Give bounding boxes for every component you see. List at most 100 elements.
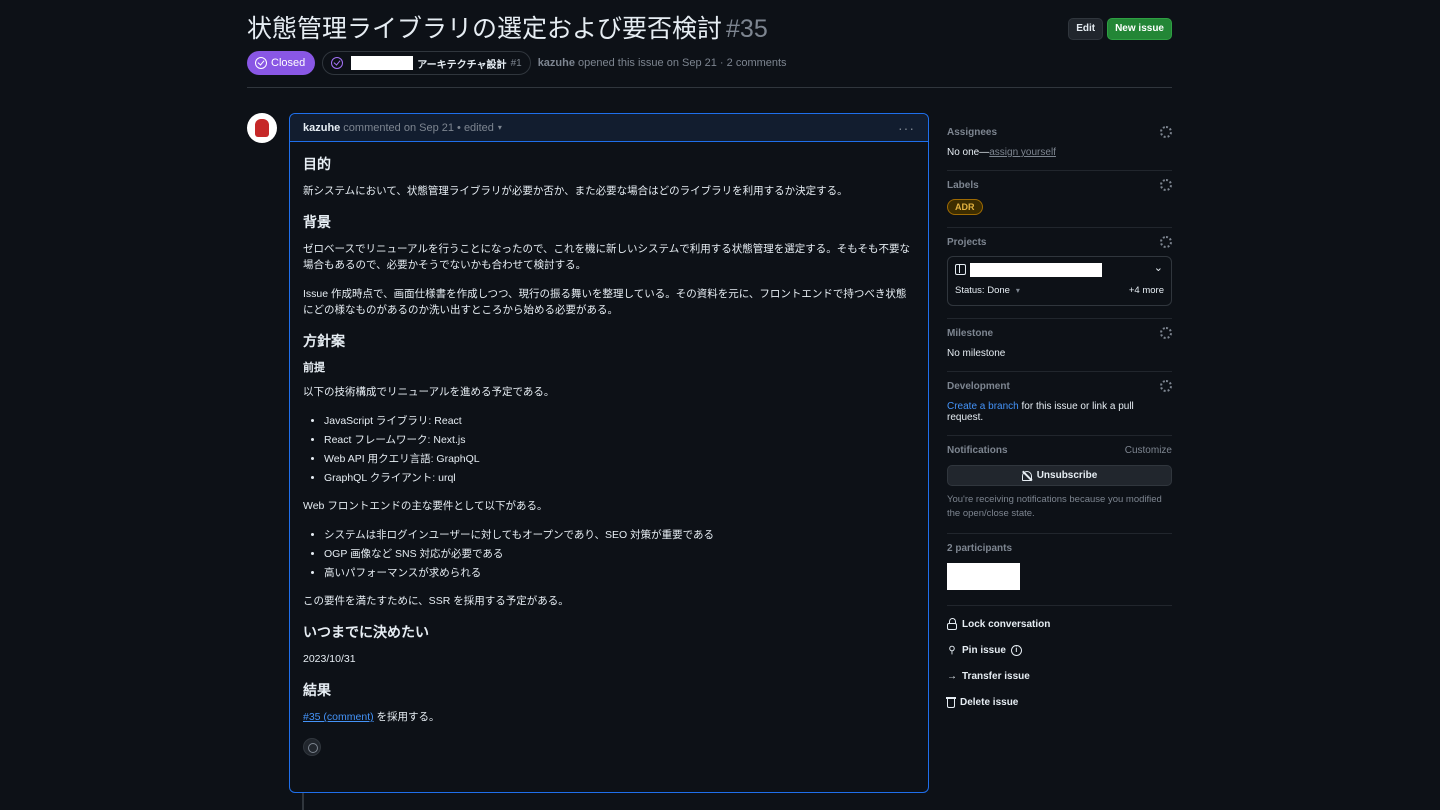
text-purpose: 新システムにおいて、状態管理ライブラリが必要か否か、また必要な場合はどのライブラ… (303, 185, 848, 197)
status-caret-icon: ▾ (1015, 286, 1020, 295)
closed-issue-icon (331, 57, 344, 69)
header-divider (247, 87, 1172, 88)
sidebar: Assignees No one—assign yourself Labels … (946, 118, 1172, 709)
gear-icon[interactable] (1160, 380, 1172, 392)
create-branch-link[interactable]: Create a branch (947, 401, 1019, 412)
notification-note: You're receiving notifications because y… (947, 494, 1162, 519)
trash-icon (946, 697, 956, 708)
transfer-label: Transfer issue (962, 671, 1030, 682)
milestone-section: Milestone No milestone (947, 319, 1172, 372)
unsubscribe-button[interactable]: Unsubscribe (947, 465, 1172, 486)
labels-section: Labels ADR (947, 171, 1172, 228)
comment-meta[interactable]: commented on Sep 21 • edited (343, 122, 494, 134)
parent-issue-chip[interactable]: アーキテクチャ設計 #1 (322, 51, 531, 75)
comment-author[interactable]: kazuhe (303, 122, 340, 134)
heading-result: 結果 (303, 682, 331, 698)
parent-issue-number: #1 (510, 57, 522, 69)
arrow-right-icon: → (947, 670, 957, 682)
gear-icon[interactable] (1160, 179, 1172, 191)
milestone-label: Milestone (947, 327, 994, 339)
gear-icon[interactable] (1160, 236, 1172, 248)
assignees-section: Assignees No one—assign yourself (947, 118, 1172, 171)
projects-section: Projects ⌄ Status: Done ▾ +4 more (947, 228, 1172, 319)
milestone-value: No milestone (947, 348, 1006, 359)
participants-section: 2 participants (947, 534, 1172, 606)
heading-premise: 前提 (303, 362, 325, 374)
assignees-label: Assignees (947, 126, 998, 138)
bell-slash-icon (1021, 470, 1032, 481)
check-circle-icon (255, 57, 267, 69)
project-more-fields[interactable]: +4 more (1129, 285, 1164, 296)
requirements-list: システムは非ログインユーザーに対してもオープンであり、SEO 対策が重要である … (324, 527, 915, 581)
list-item: システムは非ログインユーザーに対してもオープンであり、SEO 対策が重要である (324, 527, 915, 543)
list-item: React フレームワーク: Next.js (324, 432, 915, 448)
list-item: GraphQL クライアント: urql (324, 470, 915, 486)
unsubscribe-label: Unsubscribe (1036, 470, 1098, 481)
redacted-participants (947, 563, 1020, 590)
list-item: 高いパフォーマンスが求められる (324, 565, 915, 581)
gear-icon[interactable] (1160, 126, 1172, 138)
delete-issue-button[interactable]: Delete issue (946, 696, 1172, 709)
tech-stack-list: JavaScript ライブラリ: React React フレームワーク: N… (324, 413, 915, 486)
label-adr[interactable]: ADR (947, 199, 983, 215)
lock-conversation-button[interactable]: Lock conversation (947, 617, 1172, 631)
delete-label: Delete issue (960, 697, 1019, 708)
text-deadline: 2023/10/31 (303, 653, 356, 665)
new-issue-button[interactable]: New issue (1107, 18, 1172, 40)
gear-icon[interactable] (1160, 327, 1172, 339)
kebab-menu-icon[interactable]: ··· (898, 120, 915, 136)
list-item: OGP 画像など SNS 対応が必要である (324, 546, 915, 562)
projects-label: Projects (947, 236, 987, 248)
comment-body: 目的 新システムにおいて、状態管理ライブラリが必要か否か、また必要な場合はどのラ… (290, 142, 928, 770)
state-badge: Closed (247, 51, 316, 75)
info-icon[interactable]: i (1010, 645, 1022, 656)
result-text: を採用する。 (373, 711, 440, 723)
issue-comment: kazuhe commented on Sep 21 • edited ▾ ··… (289, 113, 929, 793)
lock-label: Lock conversation (962, 619, 1051, 630)
assign-yourself-link[interactable]: assign yourself (989, 147, 1056, 158)
comment-header: kazuhe commented on Sep 21 • edited ▾ ··… (290, 114, 928, 142)
text-background-1: ゼロベースでリニューアルを行うことになったので、これを機に新しいシステムで利用す… (303, 243, 911, 271)
redacted-project-name (970, 263, 1102, 277)
assignees-value: No one— (947, 147, 990, 158)
project-card[interactable]: ⌄ Status: Done ▾ +4 more (947, 256, 1172, 306)
project-status-label: Status: Done (955, 285, 1010, 296)
parent-issue-title: アーキテクチャ設計 (417, 59, 507, 71)
customize-link[interactable]: Customize (1125, 445, 1172, 456)
development-section: Development Create a branch for this iss… (947, 372, 1172, 436)
result-comment-link[interactable]: #35 (comment) (303, 711, 374, 723)
issue-meta: kazuhe opened this issue on Sep 21 · 2 c… (538, 57, 787, 69)
notifications-section: Notifications Customize Unsubscribe You'r… (947, 436, 1172, 534)
project-status[interactable]: Status: Done ▾ (955, 285, 1020, 296)
lock-icon (947, 617, 957, 630)
heading-deadline: いつまでに決めたい (303, 624, 429, 640)
heading-purpose: 目的 (303, 156, 331, 172)
pin-icon: ⚲ (948, 644, 956, 656)
issue-author[interactable]: kazuhe (538, 57, 575, 69)
edit-button[interactable]: Edit (1068, 18, 1104, 40)
timeline-line (302, 792, 304, 810)
state-label: Closed (271, 57, 306, 69)
heading-policy: 方針案 (303, 333, 345, 349)
notifications-label: Notifications (947, 444, 1008, 456)
chevron-down-icon[interactable]: ▾ (498, 123, 502, 132)
participants-label: 2 participants (947, 542, 1013, 554)
issue-header: 状態管理ライブラリの選定および要否検討 #35 Edit New issue Cl… (247, 12, 1172, 75)
list-item: Web API 用クエリ言語: GraphQL (324, 451, 915, 467)
list-item: JavaScript ライブラリ: React (324, 413, 915, 429)
issue-number: #35 (726, 15, 768, 43)
development-label: Development (947, 380, 1010, 392)
avatar[interactable] (247, 113, 277, 143)
chevron-down-icon[interactable]: ⌄ (1154, 261, 1163, 274)
labels-label: Labels (947, 179, 979, 191)
issue-title: 状態管理ライブラリの選定および要否検討 #35 (247, 15, 768, 43)
redacted-repo (351, 56, 414, 70)
text-requirements: Web フロントエンドの主な要件として以下がある。 (303, 500, 548, 512)
pin-issue-button[interactable]: ⚲ Pin issue i (947, 644, 1172, 657)
heading-background: 背景 (303, 214, 331, 230)
transfer-issue-button[interactable]: → Transfer issue (947, 670, 1172, 683)
issue-opened-text: opened this issue on Sep 21 · 2 comments (578, 57, 787, 69)
add-reaction-icon[interactable] (303, 738, 321, 756)
text-ssr: この要件を満たすために、SSR を採用する予定がある。 (303, 595, 569, 607)
text-result: #35 (comment) を採用する。 (303, 709, 915, 725)
